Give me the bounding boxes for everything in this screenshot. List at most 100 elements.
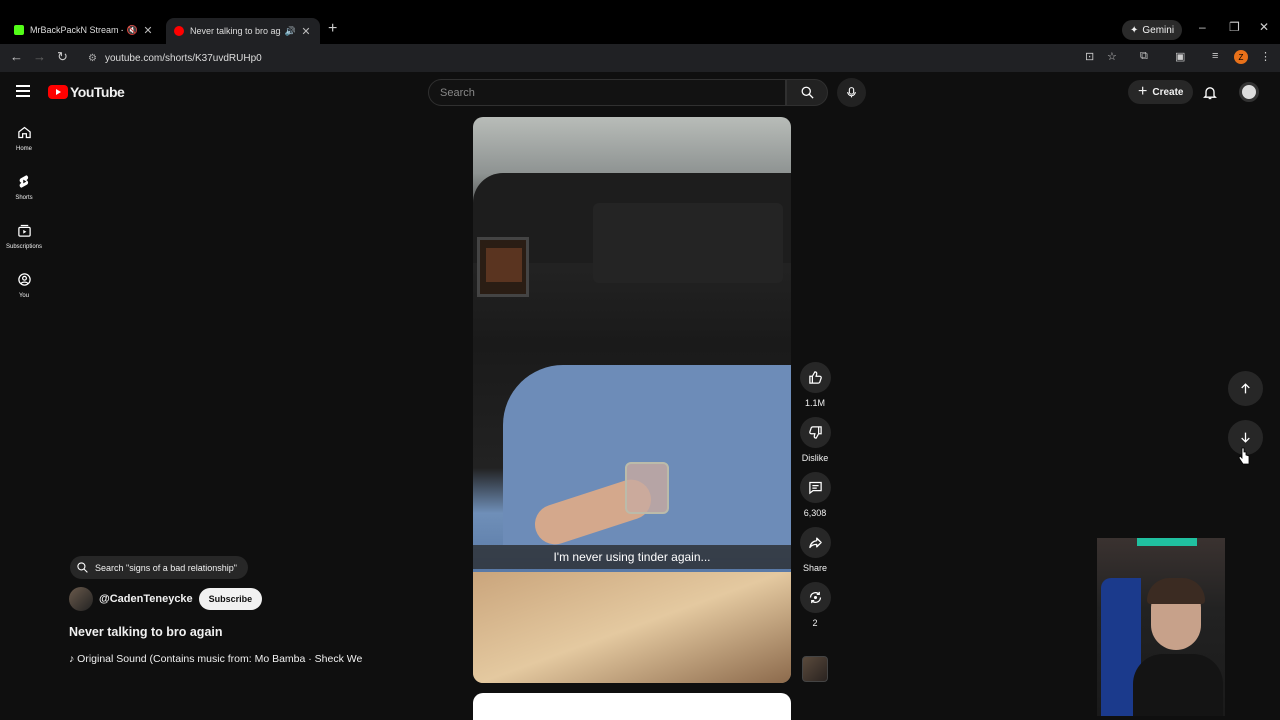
menu-kebab-icon[interactable]: ⋮	[1260, 50, 1271, 63]
new-tab-button[interactable]: +	[328, 20, 337, 38]
close-window-icon[interactable]: ✕	[1259, 20, 1269, 34]
mini-guide-sidebar: Home Shorts Subscriptions You	[0, 120, 48, 316]
muted-icon[interactable]: 🔇	[127, 25, 138, 36]
plus-icon: +	[1138, 83, 1148, 100]
browser-tab-stream[interactable]: MrBackPackN Stream - Wa... 🔇 ✕	[6, 18, 162, 42]
previous-short-button[interactable]	[1228, 371, 1263, 406]
home-icon	[17, 126, 31, 139]
video-scene-hair	[473, 572, 791, 683]
share-label: Share	[802, 563, 828, 573]
close-tab-icon[interactable]: ✕	[142, 24, 154, 37]
sidepanel-icon[interactable]: ▣	[1175, 50, 1185, 63]
close-tab-icon[interactable]: ✕	[300, 25, 312, 38]
channel-handle[interactable]: @CadenTeneycke	[99, 593, 193, 605]
subscribe-button[interactable]: Subscribe	[198, 588, 263, 610]
create-button[interactable]: + Create	[1128, 80, 1194, 104]
install-app-icon[interactable]: ⊡	[1085, 50, 1094, 63]
gemini-label: Gemini	[1142, 24, 1175, 36]
address-bar[interactable]: ⚙ youtube.com/shorts/K37uvdRUHp0	[80, 47, 1080, 69]
search-icon	[801, 86, 814, 99]
search-icon	[77, 562, 88, 573]
mouse-pointer-icon	[1238, 447, 1250, 465]
video-title[interactable]: Never talking to bro again	[69, 625, 223, 639]
gemini-button[interactable]: ✦ Gemini	[1122, 20, 1183, 40]
dislike-action: Dislike	[798, 417, 832, 463]
youtube-header: YouTube Search + Create	[0, 72, 1280, 114]
share-arrow-icon	[808, 537, 822, 549]
sidebar-item-label: Subscriptions	[5, 244, 43, 250]
account-avatar[interactable]	[1239, 82, 1259, 102]
sidebar-item-shorts[interactable]: Shorts	[0, 169, 48, 218]
comments-action: 6,308	[798, 472, 832, 518]
search-placeholder: Search	[440, 86, 475, 99]
browser-tab-strip: MrBackPackN Stream - Wa... 🔇 ✕ Never tal…	[0, 0, 1280, 44]
like-button[interactable]	[799, 362, 831, 393]
sidebar-item-label: Home	[15, 146, 32, 152]
back-icon[interactable]: ←	[10, 49, 23, 64]
video-caption: I'm never using tinder again...	[473, 545, 791, 569]
next-short-preview[interactable]	[473, 693, 791, 720]
thumbs-up-icon	[808, 371, 822, 384]
related-search-chip[interactable]: Search "signs of a bad relationship"	[70, 556, 248, 579]
audio-playing-icon[interactable]: 🔊	[285, 26, 296, 37]
profile-avatar[interactable]: Z	[1234, 50, 1248, 64]
webcam-streamer-body	[1133, 654, 1223, 716]
like-action: 1.1M	[798, 362, 832, 408]
reload-icon[interactable]: ↻	[57, 49, 68, 65]
tab-title: MrBackPackN Stream - Wa...	[30, 25, 123, 35]
shorts-icon	[19, 175, 28, 188]
media-control-icon[interactable]: ≡	[1212, 50, 1218, 62]
video-scene-cup	[625, 462, 669, 514]
voice-search-button[interactable]	[837, 78, 866, 107]
comments-button[interactable]	[799, 472, 831, 503]
search-input[interactable]: Search	[428, 79, 786, 106]
sidebar-item-label: You	[18, 293, 30, 299]
notifications-button[interactable]	[1202, 84, 1218, 106]
remix-icon	[809, 591, 821, 604]
music-note-icon: ♪	[69, 653, 78, 665]
remix-count: 2	[812, 618, 818, 628]
video-scene-infotainment	[477, 237, 529, 297]
sound-text: Original Sound (Contains music from: Mo …	[77, 653, 363, 665]
comment-icon	[808, 481, 822, 495]
search-button[interactable]	[786, 79, 828, 106]
channel-row: @CadenTeneycke Subscribe	[69, 587, 263, 611]
dislike-label: Dislike	[801, 453, 829, 463]
channel-avatar[interactable]	[69, 587, 93, 611]
remix-action: 2	[798, 582, 832, 628]
youtube-play-icon	[48, 85, 68, 99]
dislike-button[interactable]	[799, 417, 831, 448]
sound-channel-thumbnail[interactable]	[802, 656, 828, 682]
sidebar-item-subscriptions[interactable]: Subscriptions	[0, 218, 48, 267]
video-scene-glovebox	[593, 203, 783, 283]
webcam-streamer-hair	[1147, 578, 1205, 604]
share-button[interactable]	[799, 527, 831, 558]
browser-tab-youtube[interactable]: Never talking to bro again 🔊 ✕	[166, 18, 320, 44]
minimize-icon[interactable]: –	[1199, 20, 1206, 34]
sidebar-item-you[interactable]: You	[0, 267, 48, 316]
shorts-action-bar: 1.1M Dislike 6,308 Share 2	[798, 362, 832, 637]
shorts-video-player[interactable]: I'm never using tinder again...	[473, 117, 791, 683]
extensions-icon[interactable]: ⧉	[1140, 50, 1148, 63]
comment-count: 6,308	[803, 508, 827, 518]
related-search-text: Search "signs of a bad relationship"	[95, 562, 237, 573]
youtube-favicon-icon	[174, 26, 184, 36]
remix-button[interactable]	[799, 582, 831, 613]
restore-icon[interactable]: ❐	[1229, 20, 1240, 34]
arrow-down-icon	[1241, 432, 1250, 443]
bookmark-star-icon[interactable]: ☆	[1107, 50, 1117, 63]
kick-favicon-icon	[14, 25, 24, 35]
site-info-icon[interactable]: ⚙	[88, 53, 97, 64]
tab-title: Never talking to bro again	[190, 26, 281, 36]
webcam-overlay	[1097, 538, 1225, 716]
hamburger-menu-icon[interactable]	[16, 85, 30, 97]
arrow-up-icon	[1241, 383, 1250, 394]
gemini-sparkle-icon: ✦	[1130, 24, 1139, 36]
forward-icon[interactable]: →	[33, 49, 46, 64]
sidebar-item-home[interactable]: Home	[0, 120, 48, 169]
sound-attribution[interactable]: ♪ Original Sound (Contains music from: M…	[69, 653, 369, 665]
bell-icon	[1203, 87, 1217, 100]
youtube-logo[interactable]: YouTube	[48, 84, 125, 100]
youtube-wordmark: YouTube	[70, 84, 125, 100]
create-label: Create	[1152, 86, 1184, 98]
